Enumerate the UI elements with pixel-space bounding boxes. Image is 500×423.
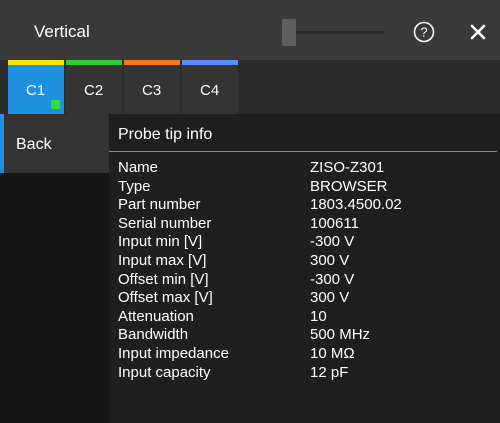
probe-info-panel: Probe tip info Name ZISO-Z301 Type BROWS…: [109, 114, 500, 423]
info-value: 10 MΩ: [310, 344, 355, 362]
info-value: 300 V: [310, 251, 350, 269]
info-row-serial-number: Serial number 100611: [118, 215, 498, 234]
title-bar: Vertical ?: [0, 0, 500, 60]
info-label: Input impedance: [118, 344, 229, 362]
close-icon[interactable]: [470, 24, 486, 40]
tab-c1[interactable]: C1: [8, 60, 64, 114]
tab-c3[interactable]: C3: [124, 60, 180, 114]
sidebar: Back: [0, 114, 109, 423]
info-label: Serial number: [118, 214, 212, 232]
help-circle-icon[interactable]: ?: [413, 21, 435, 43]
info-row-name: Name ZISO-Z301: [118, 159, 498, 178]
slider-track[interactable]: [296, 31, 384, 34]
info-row-offset-max: Offset max [V] 300 V: [118, 289, 498, 308]
info-row-bandwidth: Bandwidth 500 MHz: [118, 326, 498, 345]
info-label: Attenuation: [118, 307, 194, 325]
info-row-input-capacity: Input capacity 12 pF: [118, 364, 498, 383]
info-value: 12 pF: [310, 363, 349, 381]
tab-label: C1: [26, 82, 46, 99]
active-indicator: [51, 100, 60, 109]
info-row-input-impedance: Input impedance 10 MΩ: [118, 345, 498, 364]
info-value: 500 MHz: [310, 326, 371, 344]
info-value: 10: [310, 307, 327, 325]
section-divider: [109, 151, 497, 152]
tab-label: C4: [200, 82, 220, 99]
back-button[interactable]: Back: [0, 114, 109, 173]
info-label: Input max [V]: [118, 251, 207, 269]
info-row-type: Type BROWSER: [118, 178, 498, 197]
info-label: Input min [V]: [118, 233, 203, 251]
info-row-input-max: Input max [V] 300 V: [118, 252, 498, 271]
info-label: Type: [118, 177, 151, 195]
info-row-input-min: Input min [V] -300 V: [118, 233, 498, 252]
slider-thumb[interactable]: [282, 19, 296, 46]
tab-label: C3: [142, 82, 162, 99]
tab-color-stripe: [8, 60, 64, 65]
info-value: -300 V: [310, 270, 355, 288]
info-value: 300 V: [310, 289, 350, 307]
dialog-title: Vertical: [34, 22, 90, 41]
tab-label: C2: [84, 82, 104, 99]
info-value: 1803.4500.02: [310, 196, 402, 214]
info-value: -300 V: [310, 233, 355, 251]
info-value: ZISO-Z301: [310, 159, 385, 176]
info-row-offset-min: Offset min [V] -300 V: [118, 271, 498, 290]
info-row-attenuation: Attenuation 10: [118, 308, 498, 327]
info-value: 100611: [310, 214, 359, 232]
tab-c4[interactable]: C4: [182, 60, 238, 114]
tab-color-stripe: [124, 60, 180, 65]
info-label: Offset max [V]: [118, 289, 213, 307]
back-button-label: Back: [16, 136, 52, 153]
info-label: Input capacity: [118, 363, 211, 381]
info-label: Part number: [118, 196, 201, 214]
info-row-part-number: Part number 1803.4500.02: [118, 196, 498, 215]
section-title: Probe tip info: [118, 126, 213, 143]
info-label: Name: [118, 159, 159, 176]
tab-c2[interactable]: C2: [66, 60, 122, 114]
svg-text:?: ?: [420, 25, 427, 40]
info-label: Bandwidth: [118, 326, 189, 344]
info-label: Offset min [V]: [118, 270, 209, 288]
tab-color-stripe: [66, 60, 122, 65]
tab-color-stripe: [182, 60, 238, 65]
probe-info-list: Name ZISO-Z301 Type BROWSER Part number …: [118, 159, 498, 382]
info-value: BROWSER: [310, 177, 388, 195]
